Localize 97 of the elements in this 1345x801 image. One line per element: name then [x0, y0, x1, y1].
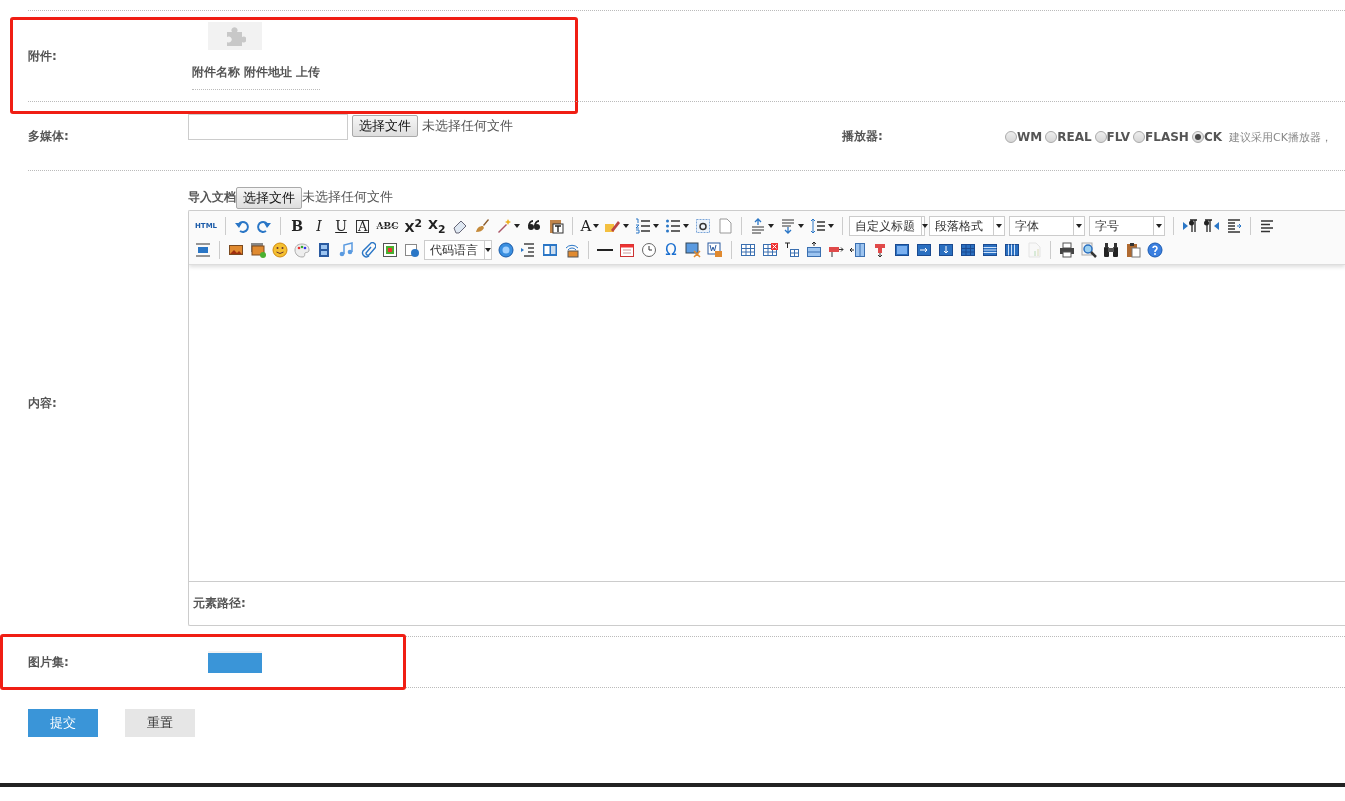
- underline-button[interactable]: U: [331, 215, 352, 237]
- split-rows-icon: [982, 242, 998, 258]
- merge-cells-icon: [894, 242, 910, 258]
- upload-button[interactable]: [208, 651, 262, 673]
- delete-table-icon: [762, 242, 778, 258]
- column-header: 上传: [296, 64, 320, 81]
- toolbar-dropdown[interactable]: 段落格式: [929, 216, 1006, 236]
- field-label: 播放器:: [842, 127, 884, 145]
- field-label: 图片集:: [28, 653, 70, 671]
- help-icon: [1147, 242, 1163, 258]
- player-hint-text: 建议采用CK播放器，: [1229, 129, 1332, 145]
- insert-row-icon: [806, 242, 822, 258]
- paperclip-icon: [360, 242, 376, 258]
- line-height-icon: [810, 218, 827, 234]
- italic-button[interactable]: I: [309, 215, 330, 237]
- choose-file-button[interactable]: 选择文件: [236, 186, 302, 209]
- undo-icon: [234, 218, 251, 234]
- special-character-button[interactable]: Ω: [661, 239, 681, 261]
- player-radio[interactable]: FLASH: [1133, 130, 1189, 144]
- caret-icon: [485, 248, 491, 252]
- bold-button[interactable]: B: [287, 215, 308, 237]
- caret-icon: [922, 224, 929, 228]
- calendar-icon: [619, 242, 635, 258]
- player-radio[interactable]: CK: [1191, 130, 1222, 144]
- indent-icon: [1226, 218, 1243, 234]
- clock-icon: [641, 242, 657, 258]
- insert-column-icon: [850, 242, 866, 258]
- align-left-icon: [1259, 218, 1276, 234]
- split-columns-icon: [1004, 242, 1020, 258]
- subscript-button[interactable]: X$_{2}$: [425, 215, 448, 237]
- spacing-top-icon: [750, 218, 767, 234]
- chart-page-icon: [1026, 242, 1042, 258]
- toolbar-dropdown[interactable]: 字体: [1009, 216, 1086, 236]
- page-break-icon: [520, 242, 536, 258]
- window-globe-icon: [404, 242, 420, 258]
- file-status-text: 未选择任何文件: [422, 117, 513, 135]
- toolbar-dropdown[interactable]: 代码语言: [424, 240, 492, 260]
- player-radio[interactable]: REAL: [1045, 130, 1092, 144]
- text-input-field[interactable]: [188, 114, 348, 140]
- template-icon: [542, 242, 558, 258]
- toolbar-button[interactable]: [1057, 239, 1077, 261]
- caret-icon: [1076, 224, 1083, 228]
- film-strip-icon: [316, 242, 332, 258]
- font-border-button[interactable]: A: [356, 219, 370, 233]
- select-all-icon: [695, 218, 712, 234]
- music-note-icon: [338, 242, 354, 258]
- field-label: 内容:: [28, 395, 58, 412]
- field-label: 多媒体:: [28, 127, 70, 145]
- column-header: 附件地址: [244, 64, 292, 81]
- superscript-button[interactable]: X$^{2}$: [402, 215, 424, 237]
- spacing-bottom-icon: [780, 218, 797, 234]
- right-to-left-icon: [1204, 218, 1221, 234]
- palette-icon: [294, 242, 310, 258]
- caret-icon: [996, 224, 1003, 228]
- merge-right-icon: [916, 242, 932, 258]
- printer-icon: [1059, 242, 1075, 258]
- field-label: 附件:: [28, 47, 58, 65]
- reset-button[interactable]: 重置: [125, 709, 195, 737]
- redo-icon: [256, 218, 273, 234]
- toolbar-dropdown[interactable]: 字号: [1089, 216, 1166, 236]
- background-image-icon: [564, 242, 580, 258]
- eraser-icon: [451, 218, 468, 234]
- horizontal-center-icon: [195, 242, 211, 258]
- binoculars-icon: [1103, 242, 1119, 258]
- disc-icon: [498, 242, 514, 258]
- table-icon: [740, 242, 756, 258]
- split-cells-icon: [960, 242, 976, 258]
- smiley-icon: [272, 242, 288, 258]
- screenshot-icon: [685, 242, 701, 258]
- column-header: 附件名称: [192, 64, 240, 81]
- multi-image-icon: [250, 242, 266, 258]
- magnifier-icon: [1081, 242, 1097, 258]
- blank-page-icon: [717, 218, 734, 234]
- font-color-button[interactable]: A: [578, 215, 602, 237]
- toolbar-dropdown[interactable]: 自定义标题: [849, 216, 926, 236]
- bulleted-list-icon: [665, 218, 682, 234]
- choose-file-button[interactable]: 选择文件: [352, 115, 418, 137]
- image-icon: [228, 242, 244, 258]
- delete-column-icon: [872, 242, 888, 258]
- left-to-right-icon: [1182, 218, 1199, 234]
- file-status-text: 未选择任何文件: [302, 188, 393, 206]
- table-caption-icon: [784, 242, 800, 258]
- caret-icon: [1156, 224, 1163, 228]
- word-image-icon: [707, 242, 723, 258]
- clipboard-icon: [1125, 242, 1141, 258]
- import-label: 导入文档: [188, 188, 236, 206]
- highlighter-icon: [605, 218, 622, 234]
- merge-down-icon: [938, 242, 954, 258]
- brush-icon: [473, 218, 490, 234]
- player-radio[interactable]: FLV: [1094, 130, 1131, 144]
- player-radio[interactable]: WM: [1005, 130, 1043, 144]
- element-path-label: 元素路径:: [193, 595, 246, 612]
- paste-text-icon: [547, 218, 564, 234]
- numbered-list-icon: [635, 218, 652, 234]
- horizontal-line-icon: [597, 249, 613, 251]
- picture-frame-icon: [382, 242, 398, 258]
- puzzle-icon: [224, 26, 246, 46]
